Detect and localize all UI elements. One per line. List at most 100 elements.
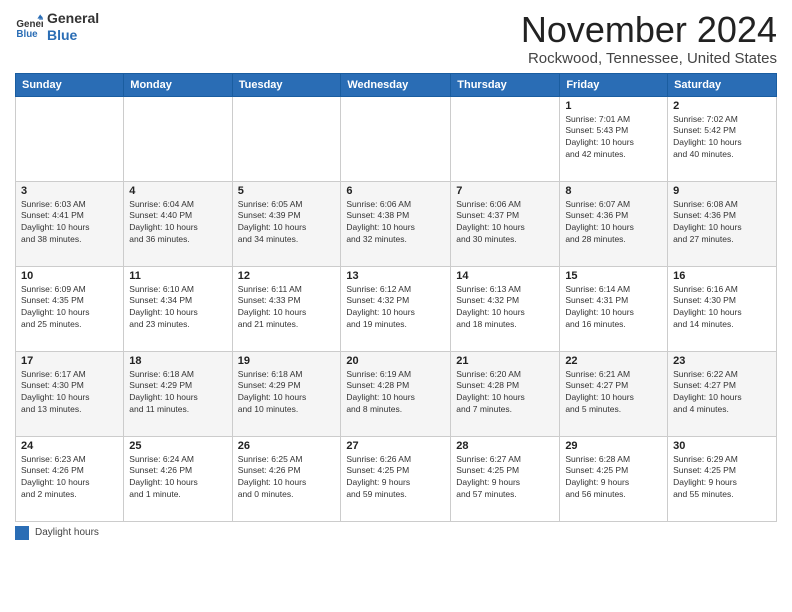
day-info: Sunrise: 6:07 AM Sunset: 4:36 PM Dayligh…	[565, 199, 662, 247]
calendar-week-row: 3 Sunrise: 6:03 AM Sunset: 4:41 PM Daylig…	[16, 181, 777, 266]
day-number: 12	[238, 270, 336, 282]
day-number: 24	[21, 440, 118, 452]
day-number: 27	[346, 440, 445, 452]
table-row: 18 Sunrise: 6:18 AM Sunset: 4:29 PM Dayli…	[124, 351, 232, 436]
table-row: 1Sunrise: 7:01 AM Sunset: 5:43 PM Daylig…	[560, 96, 668, 181]
day-info: Sunrise: 7:02 AM Sunset: 5:42 PM Dayligh…	[673, 114, 771, 162]
day-info: Sunrise: 6:17 AM Sunset: 4:30 PM Dayligh…	[21, 369, 118, 417]
day-number: 20	[346, 355, 445, 367]
day-number: 15	[565, 270, 662, 282]
day-info: Sunrise: 6:06 AM Sunset: 4:38 PM Dayligh…	[346, 199, 445, 247]
legend: Daylight hours	[15, 526, 777, 540]
col-thursday: Thursday	[451, 73, 560, 96]
table-row: 16Sunrise: 6:16 AM Sunset: 4:30 PM Dayli…	[668, 266, 777, 351]
day-number: 8	[565, 185, 662, 197]
day-info: Sunrise: 6:18 AM Sunset: 4:29 PM Dayligh…	[129, 369, 226, 417]
day-number: 23	[673, 355, 771, 367]
table-row	[124, 96, 232, 181]
day-info: Sunrise: 6:24 AM Sunset: 4:26 PM Dayligh…	[129, 454, 226, 502]
table-row: 26 Sunrise: 6:25 AM Sunset: 4:26 PM Dayli…	[232, 436, 341, 521]
legend-label: Daylight hours	[35, 527, 99, 538]
month-title: November 2024	[521, 10, 777, 50]
day-info: Sunrise: 6:03 AM Sunset: 4:41 PM Dayligh…	[21, 199, 118, 247]
svg-text:Blue: Blue	[16, 29, 38, 40]
col-friday: Friday	[560, 73, 668, 96]
day-number: 11	[129, 270, 226, 282]
table-row: 12 Sunrise: 6:11 AM Sunset: 4:33 PM Dayli…	[232, 266, 341, 351]
day-number: 7	[456, 185, 554, 197]
day-info: Sunrise: 6:19 AM Sunset: 4:28 PM Dayligh…	[346, 369, 445, 417]
table-row: 28 Sunrise: 6:27 AM Sunset: 4:25 PM Dayli…	[451, 436, 560, 521]
logo-icon: General Blue	[15, 13, 43, 41]
day-number: 4	[129, 185, 226, 197]
day-number: 9	[673, 185, 771, 197]
table-row: 8 Sunrise: 6:07 AM Sunset: 4:36 PM Daylig…	[560, 181, 668, 266]
day-info: Sunrise: 6:22 AM Sunset: 4:27 PM Dayligh…	[673, 369, 771, 417]
day-info: Sunrise: 6:06 AM Sunset: 4:37 PM Dayligh…	[456, 199, 554, 247]
calendar-table: Sunday Monday Tuesday Wednesday Thursday…	[15, 73, 777, 522]
table-row: 25 Sunrise: 6:24 AM Sunset: 4:26 PM Dayli…	[124, 436, 232, 521]
day-number: 5	[238, 185, 336, 197]
day-number: 28	[456, 440, 554, 452]
calendar-header-row: Sunday Monday Tuesday Wednesday Thursday…	[16, 73, 777, 96]
day-info: Sunrise: 6:27 AM Sunset: 4:25 PM Dayligh…	[456, 454, 554, 502]
day-number: 18	[129, 355, 226, 367]
calendar-week-row: 1Sunrise: 7:01 AM Sunset: 5:43 PM Daylig…	[16, 96, 777, 181]
table-row: 23 Sunrise: 6:22 AM Sunset: 4:27 PM Dayli…	[668, 351, 777, 436]
day-number: 22	[565, 355, 662, 367]
day-number: 16	[673, 270, 771, 282]
day-info: Sunrise: 6:29 AM Sunset: 4:25 PM Dayligh…	[673, 454, 771, 502]
location: Rockwood, Tennessee, United States	[521, 50, 777, 67]
day-number: 26	[238, 440, 336, 452]
day-number: 6	[346, 185, 445, 197]
day-number: 10	[21, 270, 118, 282]
day-number: 3	[21, 185, 118, 197]
table-row: 11 Sunrise: 6:10 AM Sunset: 4:34 PM Dayli…	[124, 266, 232, 351]
day-info: Sunrise: 6:10 AM Sunset: 4:34 PM Dayligh…	[129, 284, 226, 332]
day-info: Sunrise: 6:20 AM Sunset: 4:28 PM Dayligh…	[456, 369, 554, 417]
day-info: Sunrise: 6:13 AM Sunset: 4:32 PM Dayligh…	[456, 284, 554, 332]
day-info: Sunrise: 6:21 AM Sunset: 4:27 PM Dayligh…	[565, 369, 662, 417]
table-row: 7 Sunrise: 6:06 AM Sunset: 4:37 PM Daylig…	[451, 181, 560, 266]
day-number: 14	[456, 270, 554, 282]
title-block: November 2024 Rockwood, Tennessee, Unite…	[521, 10, 777, 67]
legend-box	[15, 526, 29, 540]
table-row: 5 Sunrise: 6:05 AM Sunset: 4:39 PM Daylig…	[232, 181, 341, 266]
table-row	[341, 96, 451, 181]
logo: General Blue General Blue	[15, 10, 99, 44]
day-info: Sunrise: 6:09 AM Sunset: 4:35 PM Dayligh…	[21, 284, 118, 332]
day-number: 21	[456, 355, 554, 367]
table-row: 21 Sunrise: 6:20 AM Sunset: 4:28 PM Dayli…	[451, 351, 560, 436]
table-row: 14 Sunrise: 6:13 AM Sunset: 4:32 PM Dayli…	[451, 266, 560, 351]
col-sunday: Sunday	[16, 73, 124, 96]
table-row: 22 Sunrise: 6:21 AM Sunset: 4:27 PM Dayli…	[560, 351, 668, 436]
day-info: Sunrise: 6:05 AM Sunset: 4:39 PM Dayligh…	[238, 199, 336, 247]
page-header: General Blue General Blue November 2024 …	[15, 10, 777, 67]
table-row: 27Sunrise: 6:26 AM Sunset: 4:25 PM Dayli…	[341, 436, 451, 521]
day-number: 29	[565, 440, 662, 452]
table-row: 2Sunrise: 7:02 AM Sunset: 5:42 PM Daylig…	[668, 96, 777, 181]
day-number: 25	[129, 440, 226, 452]
logo-text: General Blue	[47, 10, 99, 44]
logo-blue: Blue	[47, 27, 77, 43]
day-number: 30	[673, 440, 771, 452]
day-info: Sunrise: 6:18 AM Sunset: 4:29 PM Dayligh…	[238, 369, 336, 417]
day-info: Sunrise: 6:11 AM Sunset: 4:33 PM Dayligh…	[238, 284, 336, 332]
table-row	[16, 96, 124, 181]
table-row: 10 Sunrise: 6:09 AM Sunset: 4:35 PM Dayli…	[16, 266, 124, 351]
day-info: Sunrise: 6:14 AM Sunset: 4:31 PM Dayligh…	[565, 284, 662, 332]
day-info: Sunrise: 6:23 AM Sunset: 4:26 PM Dayligh…	[21, 454, 118, 502]
day-info: Sunrise: 6:12 AM Sunset: 4:32 PM Dayligh…	[346, 284, 445, 332]
day-info: Sunrise: 7:01 AM Sunset: 5:43 PM Dayligh…	[565, 114, 662, 162]
day-info: Sunrise: 6:04 AM Sunset: 4:40 PM Dayligh…	[129, 199, 226, 247]
calendar-week-row: 17 Sunrise: 6:17 AM Sunset: 4:30 PM Dayli…	[16, 351, 777, 436]
col-monday: Monday	[124, 73, 232, 96]
table-row	[451, 96, 560, 181]
calendar-week-row: 10 Sunrise: 6:09 AM Sunset: 4:35 PM Dayli…	[16, 266, 777, 351]
day-number: 17	[21, 355, 118, 367]
day-info: Sunrise: 6:28 AM Sunset: 4:25 PM Dayligh…	[565, 454, 662, 502]
col-wednesday: Wednesday	[341, 73, 451, 96]
table-row: 13 Sunrise: 6:12 AM Sunset: 4:32 PM Dayli…	[341, 266, 451, 351]
day-number: 13	[346, 270, 445, 282]
day-info: Sunrise: 6:25 AM Sunset: 4:26 PM Dayligh…	[238, 454, 336, 502]
